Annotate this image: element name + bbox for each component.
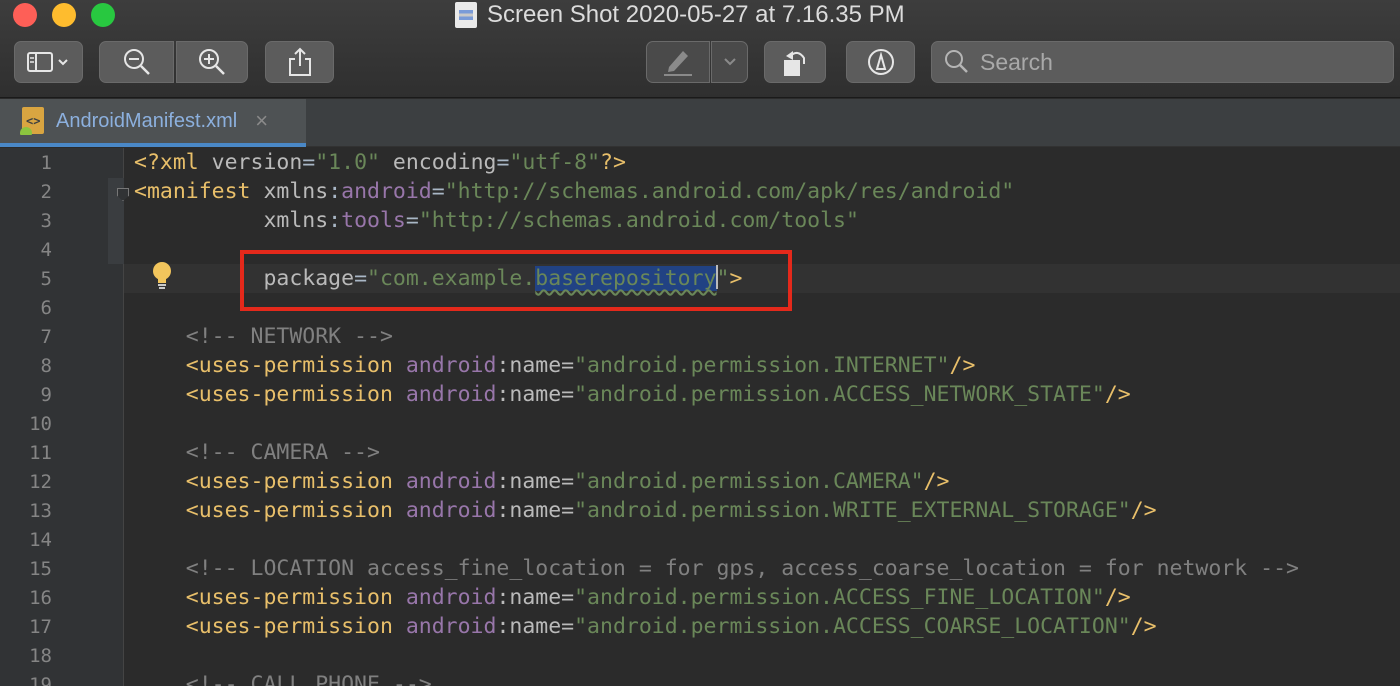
title-bar: Screen Shot 2020-05-27 at 7.16.35 PM (0, 0, 1400, 98)
zoom-window-button[interactable] (91, 3, 115, 27)
line-number: 3 (40, 210, 52, 232)
line-number: 9 (40, 384, 52, 406)
rotate-button[interactable] (764, 41, 826, 83)
highlight-annotation-box (240, 250, 792, 311)
code-line-3: xmlns:tools="http://schemas.android.com/… (134, 208, 859, 233)
sidebar-icon (26, 52, 68, 72)
code-line-13: <uses-permission android:name="android.p… (134, 498, 1157, 523)
line-number: 15 (29, 558, 52, 580)
code-line-17: <uses-permission android:name="android.p… (134, 614, 1157, 639)
code-line-12: <uses-permission android:name="android.p… (134, 469, 950, 494)
annotate-button[interactable] (846, 41, 915, 83)
line-number: 1 (40, 152, 52, 174)
chevron-down-icon (723, 58, 736, 66)
xml-file-icon: <> (20, 107, 48, 135)
rotate-icon (784, 51, 805, 76)
line-number: 8 (40, 355, 52, 377)
share-icon (288, 47, 311, 76)
markup-dropdown-button[interactable] (711, 41, 748, 83)
document-icon (455, 2, 477, 28)
close-window-button[interactable] (13, 3, 37, 27)
line-number: 18 (29, 645, 52, 667)
tab-label: AndroidManifest.xml (56, 109, 238, 132)
search-field[interactable] (931, 41, 1394, 83)
zoom-out-button[interactable] (99, 41, 174, 83)
line-number: 7 (40, 326, 52, 348)
window-title-text: Screen Shot 2020-05-27 at 7.16.35 PM (487, 1, 905, 28)
zoom-out-icon (123, 49, 150, 75)
line-number: 12 (29, 471, 52, 493)
line-number: 14 (29, 529, 52, 551)
search-input[interactable] (980, 48, 1380, 76)
line-number: 10 (29, 413, 52, 435)
zoom-in-button[interactable] (176, 41, 248, 83)
markup-pen-icon (664, 51, 692, 76)
line-number: 4 (40, 239, 52, 261)
code-line-16: <uses-permission android:name="android.p… (134, 585, 1131, 610)
zoom-in-icon (199, 49, 225, 75)
editor-tab-bar: <> AndroidManifest.xml × (0, 99, 1400, 147)
markup-button[interactable] (646, 41, 710, 83)
code-line-9: <uses-permission android:name="android.p… (134, 382, 1131, 407)
line-number: 19 (29, 674, 52, 686)
line-number: 13 (29, 500, 52, 522)
code-line-19: <!-- CALL_PHONE --> (134, 672, 432, 686)
share-button[interactable] (265, 41, 334, 83)
search-icon (945, 50, 968, 73)
code-line-15: <!-- LOCATION access_fine_location = for… (134, 556, 1299, 581)
lightbulb-intention-icon[interactable] (149, 260, 175, 290)
code-line-2: <manifest xmlns:android="http://schemas.… (134, 179, 1015, 204)
minimize-window-button[interactable] (52, 3, 76, 27)
line-number: 5 (40, 268, 52, 290)
code-line-7: <!-- NETWORK --> (134, 324, 393, 349)
code-line-11: <!-- CAMERA --> (134, 440, 380, 465)
line-number: 17 (29, 616, 52, 638)
line-number: 16 (29, 587, 52, 609)
code-line-8: <uses-permission android:name="android.p… (134, 353, 976, 378)
code-editor[interactable]: 1 2 3 4 5 6 7 8 9 10 11 12 13 14 15 16 1… (0, 148, 1400, 686)
tab-androidmanifest[interactable]: <> AndroidManifest.xml × (0, 99, 306, 147)
line-number: 6 (40, 297, 52, 319)
tab-close-icon[interactable]: × (255, 108, 268, 134)
code-line-1: <?xml version="1.0" encoding="utf-8"?> (134, 150, 626, 175)
line-number-gutter: 1 2 3 4 5 6 7 8 9 10 11 12 13 14 15 16 1… (0, 148, 124, 686)
window-title: Screen Shot 2020-05-27 at 7.16.35 PM (455, 0, 905, 30)
line-number: 11 (29, 442, 52, 464)
sidebar-toggle-button[interactable] (14, 41, 83, 83)
annotate-icon (867, 49, 894, 75)
line-number: 2 (40, 181, 52, 203)
